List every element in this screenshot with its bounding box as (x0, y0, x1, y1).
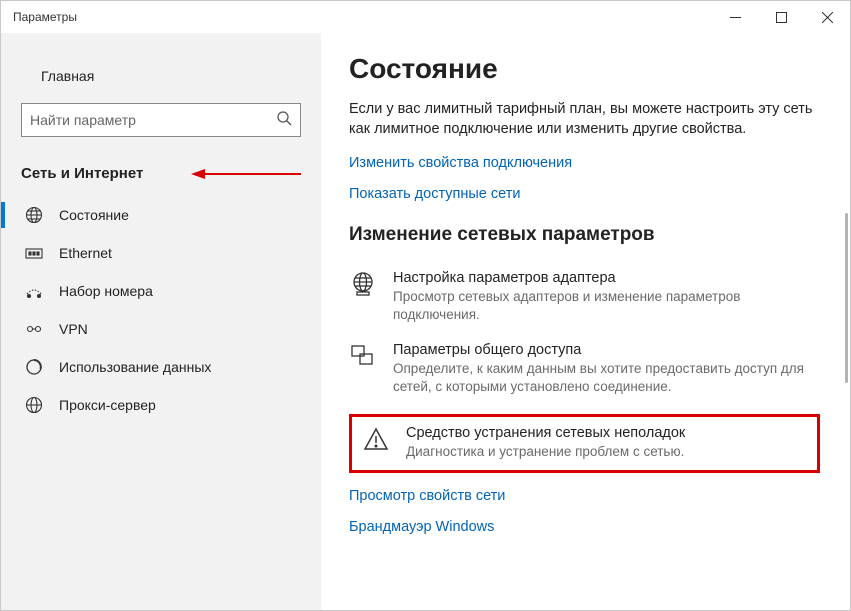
window-controls (712, 1, 850, 33)
sidebar-home[interactable]: Главная (1, 57, 321, 95)
sidebar-item-dialup[interactable]: Набор номера (1, 272, 321, 310)
sidebar-item-label: VPN (59, 321, 88, 337)
search-input[interactable] (30, 112, 276, 128)
sidebar: Главная Сеть и Интернет Состояние (1, 33, 321, 610)
setting-title: Настройка параметров адаптера (393, 270, 812, 286)
link-network-properties[interactable]: Просмотр свойств сети (349, 488, 505, 504)
sidebar-item-label: Набор номера (59, 283, 153, 299)
sharing-icon (349, 342, 377, 370)
search-box[interactable] (21, 103, 301, 137)
sidebar-category-label: Сеть и Интернет (21, 165, 143, 182)
sidebar-item-label: Состояние (59, 207, 129, 223)
sidebar-item-label: Ethernet (59, 245, 112, 261)
globe-icon (25, 396, 43, 414)
setting-desc: Диагностика и устранение проблем с сетью… (406, 443, 799, 461)
sidebar-item-datausage[interactable]: Использование данных (1, 348, 321, 386)
titlebar: Параметры (1, 1, 850, 33)
setting-troubleshoot[interactable]: Средство устранения сетевых неполадок Ди… (362, 425, 807, 461)
sidebar-item-status[interactable]: Состояние (1, 196, 321, 234)
setting-title: Средство устранения сетевых неполадок (406, 425, 799, 441)
setting-sharing-options[interactable]: Параметры общего доступа Определите, к к… (349, 342, 820, 396)
sidebar-item-label: Прокси-сервер (59, 397, 156, 413)
sidebar-item-proxy[interactable]: Прокси-сервер (1, 386, 321, 424)
annotation-arrow-icon (191, 166, 301, 182)
sidebar-nav: Состояние Ethernet Набор номера VPN (1, 196, 321, 424)
sidebar-item-ethernet[interactable]: Ethernet (1, 234, 321, 272)
vpn-icon (25, 320, 43, 338)
link-windows-firewall[interactable]: Брандмауэр Windows (349, 519, 494, 535)
globe-grid-icon (349, 270, 377, 298)
setting-desc: Определите, к каким данным вы хотите пре… (393, 360, 812, 396)
window-title: Параметры (13, 10, 77, 24)
dialup-icon (25, 282, 43, 300)
setting-desc: Просмотр сетевых адаптеров и изменение п… (393, 288, 812, 324)
sidebar-item-label: Использование данных (59, 359, 211, 375)
scrollbar[interactable] (845, 213, 848, 383)
page-title: Состояние (349, 53, 820, 85)
link-available-networks[interactable]: Показать доступные сети (349, 186, 520, 202)
maximize-button[interactable] (758, 1, 804, 33)
warning-icon (362, 425, 390, 453)
minimize-button[interactable] (712, 1, 758, 33)
section-heading: Изменение сетевых параметров (349, 224, 820, 246)
sidebar-item-vpn[interactable]: VPN (1, 310, 321, 348)
ethernet-icon (25, 244, 43, 262)
globe-grid-icon (25, 206, 43, 224)
sidebar-category: Сеть и Интернет (1, 155, 321, 196)
link-connection-properties[interactable]: Изменить свойства подключения (349, 155, 572, 171)
setting-title: Параметры общего доступа (393, 342, 812, 358)
intro-text: Если у вас лимитный тарифный план, вы мо… (349, 99, 820, 140)
search-icon (276, 110, 292, 131)
sidebar-home-label: Главная (41, 68, 94, 84)
annotation-highlight: Средство устранения сетевых неполадок Ди… (349, 414, 820, 472)
setting-adapter-options[interactable]: Настройка параметров адаптера Просмотр с… (349, 270, 820, 324)
data-usage-icon (25, 358, 43, 376)
close-button[interactable] (804, 1, 850, 33)
main-panel: Состояние Если у вас лимитный тарифный п… (321, 33, 850, 610)
